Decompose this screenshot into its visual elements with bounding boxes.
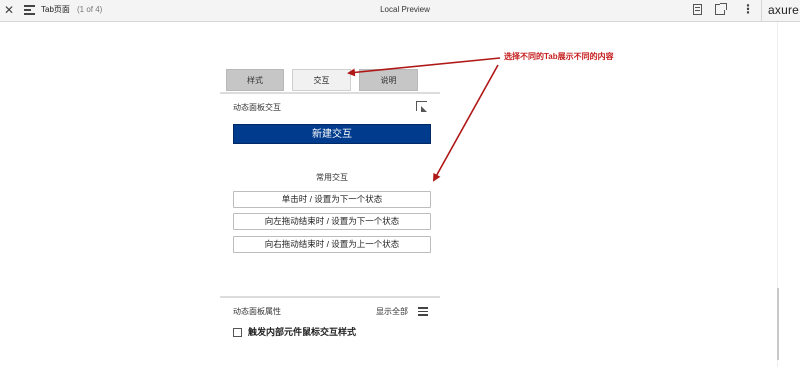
arrow-to-tabs (347, 57, 501, 77)
arrow-to-panel (433, 64, 499, 182)
annotation-arrows (347, 57, 501, 182)
